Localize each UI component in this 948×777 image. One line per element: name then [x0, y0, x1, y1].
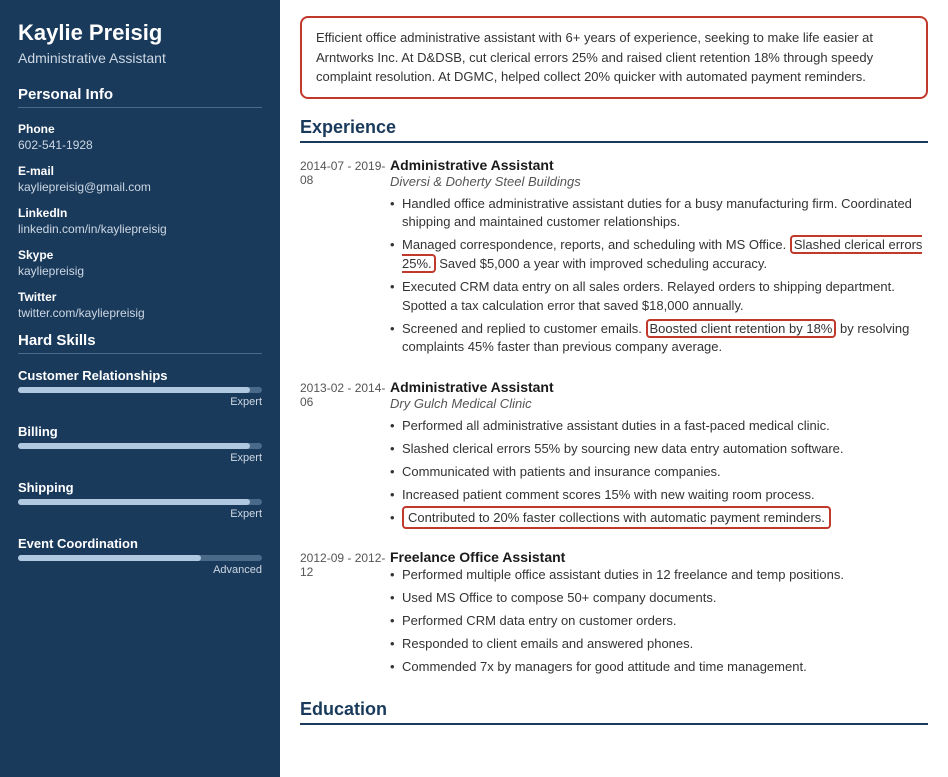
phone-field: Phone 602-541-1928	[18, 122, 262, 152]
exp-dates: 2014-07 - 2019-08	[300, 157, 390, 362]
skill-level: Expert	[18, 508, 262, 520]
linkedin-value: linkedin.com/in/kayliepreisig	[18, 222, 262, 236]
skype-label: Skype	[18, 248, 262, 262]
exp-bullets: Handled office administrative assistant …	[390, 195, 928, 358]
highlight-collections: Contributed to 20% faster collections wi…	[402, 506, 831, 529]
bullet-item: Contributed to 20% faster collections wi…	[390, 509, 928, 528]
exp-content: Administrative Assistant Diversi & Doher…	[390, 157, 928, 362]
skill-bar-bg	[18, 499, 262, 505]
skill-level: Advanced	[18, 564, 262, 576]
exp-company: Dry Gulch Medical Clinic	[390, 396, 928, 411]
exp-company: Diversi & Doherty Steel Buildings	[390, 174, 928, 189]
candidate-name: Kaylie Preisig	[18, 20, 262, 46]
skill-name: Event Coordination	[18, 536, 262, 551]
email-label: E-mail	[18, 164, 262, 178]
exp-job-title: Freelance Office Assistant	[390, 549, 928, 565]
main-content: Efficient office administrative assistan…	[280, 0, 948, 777]
skill-bar-fill	[18, 387, 250, 393]
skill-name: Customer Relationships	[18, 368, 262, 383]
linkedin-field: LinkedIn linkedin.com/in/kayliepreisig	[18, 206, 262, 236]
experience-entry-3: 2012-09 - 2012-12 Freelance Office Assis…	[300, 549, 928, 680]
skill-shipping: Shipping Expert	[18, 480, 262, 520]
bullet-item: Used MS Office to compose 50+ company do…	[390, 589, 928, 608]
candidate-title: Administrative Assistant	[18, 50, 262, 66]
skill-billing: Billing Expert	[18, 424, 262, 464]
skype-value: kayliepreisig	[18, 264, 262, 278]
bullet-item: Performed multiple office assistant duti…	[390, 566, 928, 585]
summary-box: Efficient office administrative assistan…	[300, 16, 928, 99]
bullet-item: Screened and replied to customer emails.…	[390, 320, 928, 358]
skill-bar-bg	[18, 443, 262, 449]
skill-bar-bg	[18, 387, 262, 393]
skype-field: Skype kayliepreisig	[18, 248, 262, 278]
exp-job-title: Administrative Assistant	[390, 379, 928, 395]
skill-event-coordination: Event Coordination Advanced	[18, 536, 262, 576]
bullet-item: Responded to client emails and answered …	[390, 635, 928, 654]
highlight-slashed-clerical: Slashed clerical errors 25%.	[402, 235, 922, 273]
education-heading: Education	[300, 699, 928, 725]
skill-name: Billing	[18, 424, 262, 439]
exp-content: Administrative Assistant Dry Gulch Medic…	[390, 379, 928, 531]
skill-level: Expert	[18, 452, 262, 464]
bullet-item: Increased patient comment scores 15% wit…	[390, 486, 928, 505]
experience-entry-2: 2013-02 - 2014-06 Administrative Assista…	[300, 379, 928, 531]
twitter-label: Twitter	[18, 290, 262, 304]
bullet-item: Managed correspondence, reports, and sch…	[390, 236, 928, 274]
bullet-item: Performed all administrative assistant d…	[390, 417, 928, 436]
bullet-item: Executed CRM data entry on all sales ord…	[390, 278, 928, 316]
experience-entry-1: 2014-07 - 2019-08 Administrative Assista…	[300, 157, 928, 362]
phone-label: Phone	[18, 122, 262, 136]
skill-bar-bg	[18, 555, 262, 561]
highlight-client-retention: Boosted client retention by 18%	[646, 319, 837, 338]
phone-value: 602-541-1928	[18, 138, 262, 152]
skill-bar-fill	[18, 555, 201, 561]
summary-text: Efficient office administrative assistan…	[316, 30, 873, 84]
personal-info-heading: Personal Info	[18, 86, 262, 108]
hard-skills-heading: Hard Skills	[18, 332, 262, 354]
bullet-item: Performed CRM data entry on customer ord…	[390, 612, 928, 631]
bullet-item: Commended 7x by managers for good attitu…	[390, 658, 928, 677]
sidebar: Kaylie Preisig Administrative Assistant …	[0, 0, 280, 777]
experience-heading: Experience	[300, 117, 928, 143]
email-field: E-mail kayliepreisig@gmail.com	[18, 164, 262, 194]
twitter-value: twitter.com/kayliepreisig	[18, 306, 262, 320]
bullet-item: Handled office administrative assistant …	[390, 195, 928, 233]
exp-dates: 2012-09 - 2012-12	[300, 549, 390, 680]
linkedin-label: LinkedIn	[18, 206, 262, 220]
exp-dates: 2013-02 - 2014-06	[300, 379, 390, 531]
exp-content: Freelance Office Assistant Performed mul…	[390, 549, 928, 680]
skill-name: Shipping	[18, 480, 262, 495]
twitter-field: Twitter twitter.com/kayliepreisig	[18, 290, 262, 320]
bullet-item: Communicated with patients and insurance…	[390, 463, 928, 482]
bullet-item: Slashed clerical errors 55% by sourcing …	[390, 440, 928, 459]
skill-bar-fill	[18, 443, 250, 449]
skill-customer-relationships: Customer Relationships Expert	[18, 368, 262, 408]
exp-bullets: Performed multiple office assistant duti…	[390, 566, 928, 676]
exp-bullets: Performed all administrative assistant d…	[390, 417, 928, 527]
skill-level: Expert	[18, 396, 262, 408]
exp-job-title: Administrative Assistant	[390, 157, 928, 173]
skill-bar-fill	[18, 499, 250, 505]
email-value: kayliepreisig@gmail.com	[18, 180, 262, 194]
